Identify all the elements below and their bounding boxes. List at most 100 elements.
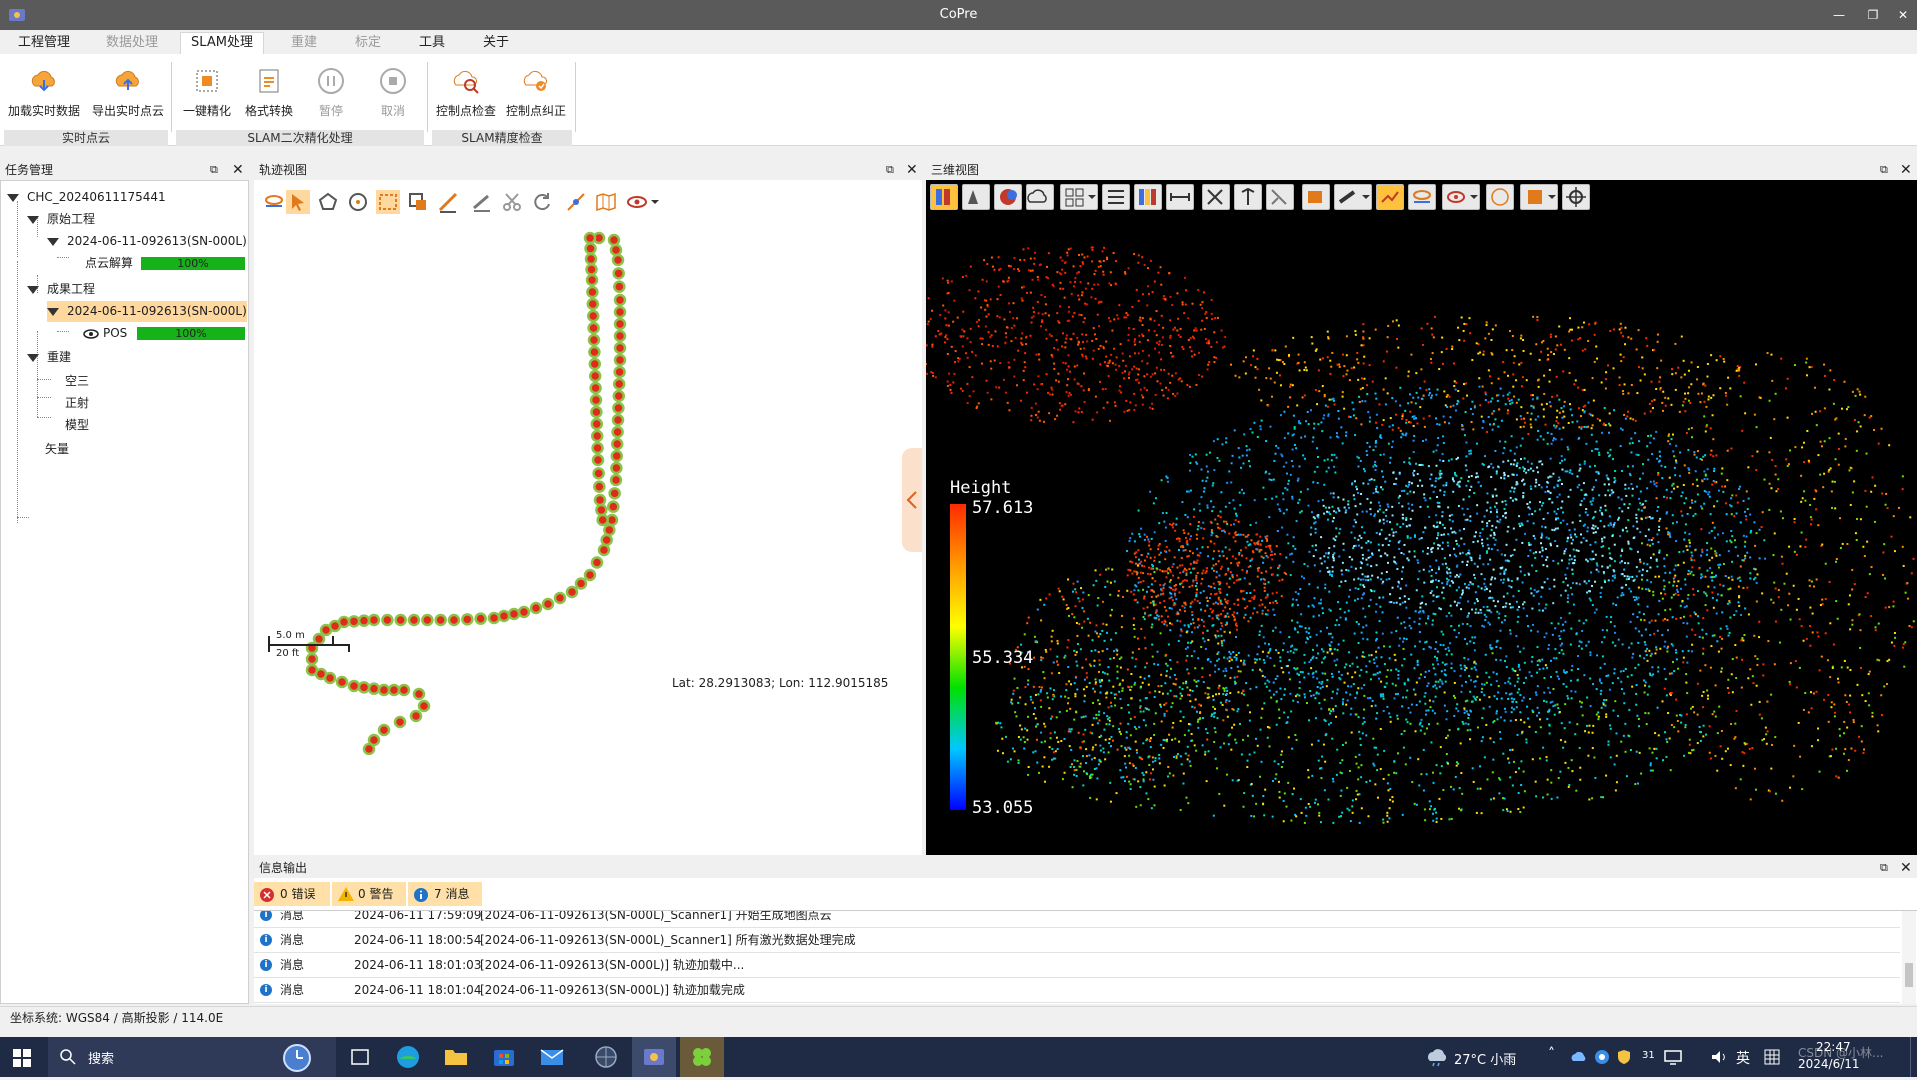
trajectory-plot[interactable]: [254, 220, 922, 820]
one-click-refine-button[interactable]: 一键精化: [178, 60, 236, 122]
cloud-point: [1386, 554, 1388, 556]
cloud-point: [1331, 697, 1333, 699]
rect-select-icon[interactable]: [376, 190, 400, 214]
tab-calibration[interactable]: 标定: [340, 33, 396, 54]
map-icon[interactable]: [594, 190, 618, 214]
tab-data-processing[interactable]: 数据处理: [96, 33, 168, 54]
tree-node-raw-item[interactable]: 2024-06-11-092613(SN-000L): [47, 231, 247, 252]
tree-node-result-project[interactable]: 成果工程: [27, 279, 95, 300]
tree-node-project[interactable]: CHC_20240611175441: [7, 187, 166, 208]
cloud-point: [1623, 414, 1625, 416]
format-convert-button[interactable]: 格式转换: [240, 60, 298, 122]
cloud-point: [1317, 587, 1319, 589]
cloud-point: [1476, 513, 1478, 515]
cloud-point: [1341, 674, 1343, 676]
cloud-point: [1808, 460, 1810, 462]
tree-node-result-item-selected[interactable]: 2024-06-11-092613(SN-000L): [47, 301, 247, 322]
circle-select-icon[interactable]: [346, 190, 370, 214]
cloud-point: [1363, 656, 1365, 658]
collapse-side-panel-button[interactable]: [902, 448, 922, 552]
cloud-point: [1178, 334, 1180, 336]
crop-select-icon[interactable]: [406, 190, 430, 214]
pause-button[interactable]: 暂停: [302, 60, 360, 122]
pin-icon[interactable]: ⧉: [1880, 160, 1888, 180]
cloud-point: [1603, 536, 1605, 538]
select-arrow-icon[interactable]: [286, 190, 310, 214]
cloud-point: [1344, 666, 1346, 668]
control-point-correct-button[interactable]: 控制点纠正: [502, 60, 570, 122]
tab-rebuild[interactable]: 重建: [276, 33, 332, 54]
cloud-point: [1353, 525, 1355, 527]
cloud-point: [1364, 576, 1366, 578]
close-icon[interactable]: ✕: [906, 160, 918, 180]
tab-tools[interactable]: 工具: [404, 33, 460, 54]
pin-icon[interactable]: ⧉: [886, 160, 894, 180]
cloud-point: [1506, 592, 1508, 594]
tree-node-vector[interactable]: 矢量: [45, 439, 69, 460]
cloud-point: [962, 311, 964, 313]
tree-node-model[interactable]: 模型: [65, 415, 89, 436]
cloud-point: [1176, 620, 1178, 622]
cloud-point: [1649, 566, 1651, 568]
tree-node-cloud-solve[interactable]: 点云解算: [85, 253, 133, 274]
cloud-point: [1221, 330, 1223, 332]
cloud-point: [1158, 618, 1160, 620]
cloud-point: [1076, 337, 1078, 339]
track-view[interactable]: 5.0 m 20 ft Lat: 28.2913083; Lon: 112.90…: [254, 180, 922, 855]
refresh-icon[interactable]: [530, 190, 554, 214]
layer-icon[interactable]: [262, 190, 286, 214]
load-realtime-data-button[interactable]: 加载实时数据: [4, 60, 84, 122]
tree-node-orthophoto[interactable]: 正射: [65, 393, 89, 414]
cloud-point: [1218, 550, 1220, 552]
cloud-point: [1401, 433, 1403, 435]
export-realtime-cloud-button[interactable]: 导出实时点云: [88, 60, 168, 122]
cloud-point: [1491, 352, 1493, 354]
cloud-point: [1451, 458, 1453, 460]
measure-icon[interactable]: [436, 190, 460, 214]
view-dropdown-icon[interactable]: [626, 190, 660, 214]
split-track-icon[interactable]: [564, 190, 588, 214]
3d-view[interactable]: Height 57.613 55.334 53.055: [926, 180, 1917, 855]
tab-project-management[interactable]: 工程管理: [8, 33, 80, 54]
cloud-point: [1322, 686, 1324, 688]
cloud-point: [1024, 361, 1026, 363]
tree-node-pos[interactable]: POS: [83, 323, 127, 344]
tree-node-raw-project[interactable]: 原始工程: [27, 209, 95, 230]
cloud-point: [1641, 356, 1643, 358]
control-point-check-button[interactable]: 控制点检查: [432, 60, 500, 122]
cloud-point: [1338, 671, 1340, 673]
cloud-point: [1280, 414, 1282, 416]
tab-about[interactable]: 关于: [468, 33, 524, 54]
cloud-point: [1736, 657, 1738, 659]
close-icon[interactable]: ✕: [232, 160, 244, 180]
cloud-point: [1329, 513, 1331, 515]
cloud-point: [1638, 597, 1640, 599]
cloud-point: [1589, 651, 1591, 653]
cloud-point: [1144, 539, 1146, 541]
cloud-point: [1659, 376, 1661, 378]
cloud-point: [1422, 531, 1424, 533]
scissors-icon[interactable]: [500, 190, 524, 214]
edit-line-icon[interactable]: [470, 190, 494, 214]
cloud-point: [1708, 491, 1710, 493]
minimize-button[interactable]: —: [1824, 4, 1854, 26]
close-icon[interactable]: ✕: [1900, 160, 1912, 180]
cloud-point: [1803, 709, 1805, 711]
cloud-point: [1828, 469, 1830, 471]
eye-icon[interactable]: [83, 329, 99, 339]
tree-node-aerial-triangulation[interactable]: 空三: [65, 371, 89, 392]
lasso-icon[interactable]: [316, 190, 340, 214]
pin-icon[interactable]: ⧉: [210, 160, 218, 180]
cancel-button[interactable]: 取消: [364, 60, 422, 122]
point-cloud-canvas[interactable]: [926, 214, 1917, 855]
cloud-point: [1705, 633, 1707, 635]
cloud-point: [1304, 394, 1306, 396]
cloud-point: [1353, 366, 1355, 368]
close-button[interactable]: ✕: [1888, 4, 1917, 26]
tab-slam-processing[interactable]: SLAM处理: [180, 32, 264, 54]
maximize-button[interactable]: ❐: [1858, 4, 1888, 26]
cloud-point: [1517, 616, 1519, 618]
cloud-point: [1250, 428, 1252, 430]
tree-node-rebuild[interactable]: 重建: [27, 347, 71, 368]
cloud-point: [1263, 583, 1265, 585]
